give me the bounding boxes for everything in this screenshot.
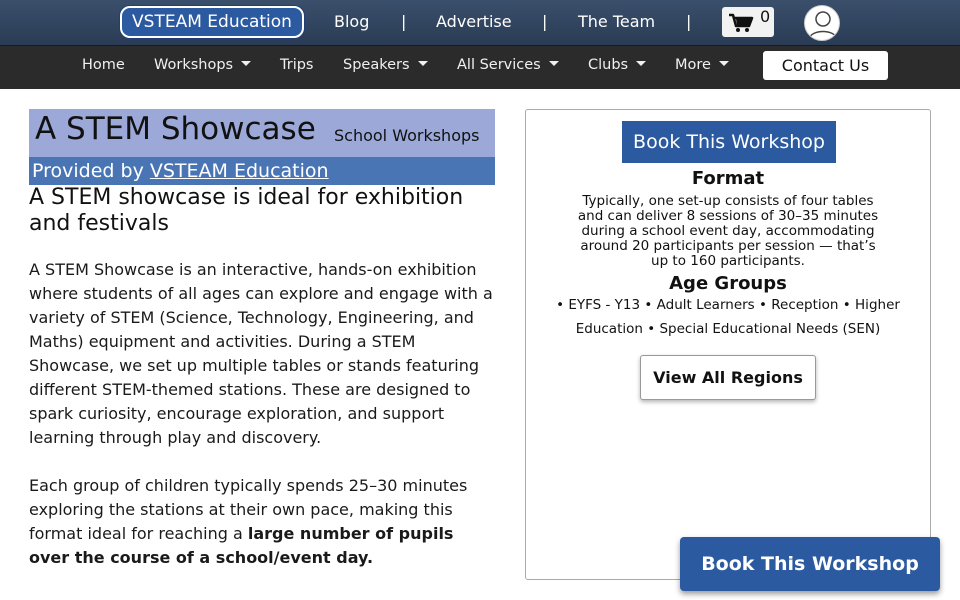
chevron-down-icon <box>417 61 428 66</box>
provided-by-label: Provided by <box>32 160 144 182</box>
provider-link[interactable]: VSTEAM Education <box>150 160 329 182</box>
user-icon <box>808 11 838 40</box>
age-groups-heading: Age Groups <box>669 273 787 294</box>
nav-speakers[interactable]: Speakers <box>343 57 428 73</box>
page-title: A STEM Showcase <box>35 111 316 147</box>
the-team-link[interactable]: The Team <box>578 12 655 31</box>
provider-banner: Provided by VSTEAM Education <box>29 157 495 185</box>
nav-home[interactable]: Home <box>82 57 125 73</box>
separator: | <box>401 12 407 31</box>
separator: | <box>686 12 692 31</box>
nav-trips[interactable]: Trips <box>280 57 313 73</box>
age-groups-text: • EYFS - Y13 • Adult Learners • Receptio… <box>556 297 900 337</box>
nav-all-services[interactable]: All Services <box>457 57 559 73</box>
title-banner: A STEM Showcase School Workshops <box>29 109 495 157</box>
format-heading: Format <box>691 168 765 189</box>
top-bar: VSTEAM Education Blog | Advertise | The … <box>0 0 960 45</box>
nav-clubs[interactable]: Clubs <box>588 57 647 73</box>
nav-workshops[interactable]: Workshops <box>154 57 252 73</box>
chevron-down-icon <box>636 61 647 66</box>
book-workshop-button[interactable]: Book This Workshop <box>622 121 836 163</box>
advertise-link[interactable]: Advertise <box>436 12 512 31</box>
nav-more[interactable]: More <box>675 57 729 73</box>
floating-book-workshop-button[interactable]: Book This Workshop <box>680 537 940 591</box>
subheading: A STEM showcase is ideal for exhibition … <box>29 185 464 236</box>
chevron-down-icon <box>548 61 559 66</box>
booking-panel: Book This Workshop Format Typically, one… <box>525 109 931 580</box>
cart-count: 0 <box>760 7 771 26</box>
chevron-down-icon <box>241 61 252 66</box>
description-paragraph: Each group of children typically spends … <box>29 476 468 567</box>
cart-button[interactable]: 0 <box>722 7 774 37</box>
chevron-down-icon <box>718 61 729 66</box>
description-paragraph: A STEM Showcase is an interactive, hands… <box>29 260 493 447</box>
brand-button[interactable]: VSTEAM Education <box>120 6 304 38</box>
view-all-regions-button[interactable]: View All Regions <box>640 355 816 400</box>
user-avatar[interactable] <box>804 5 840 41</box>
blog-link[interactable]: Blog <box>334 12 369 31</box>
format-text: Typically, one set-up consists of four t… <box>577 193 879 269</box>
separator: | <box>542 12 548 31</box>
main-nav: Home Workshops Trips Speakers All Servic… <box>0 45 960 89</box>
contact-us-button[interactable]: Contact Us <box>763 51 888 80</box>
cart-icon <box>729 13 754 32</box>
category-label: School Workshops <box>334 126 480 145</box>
